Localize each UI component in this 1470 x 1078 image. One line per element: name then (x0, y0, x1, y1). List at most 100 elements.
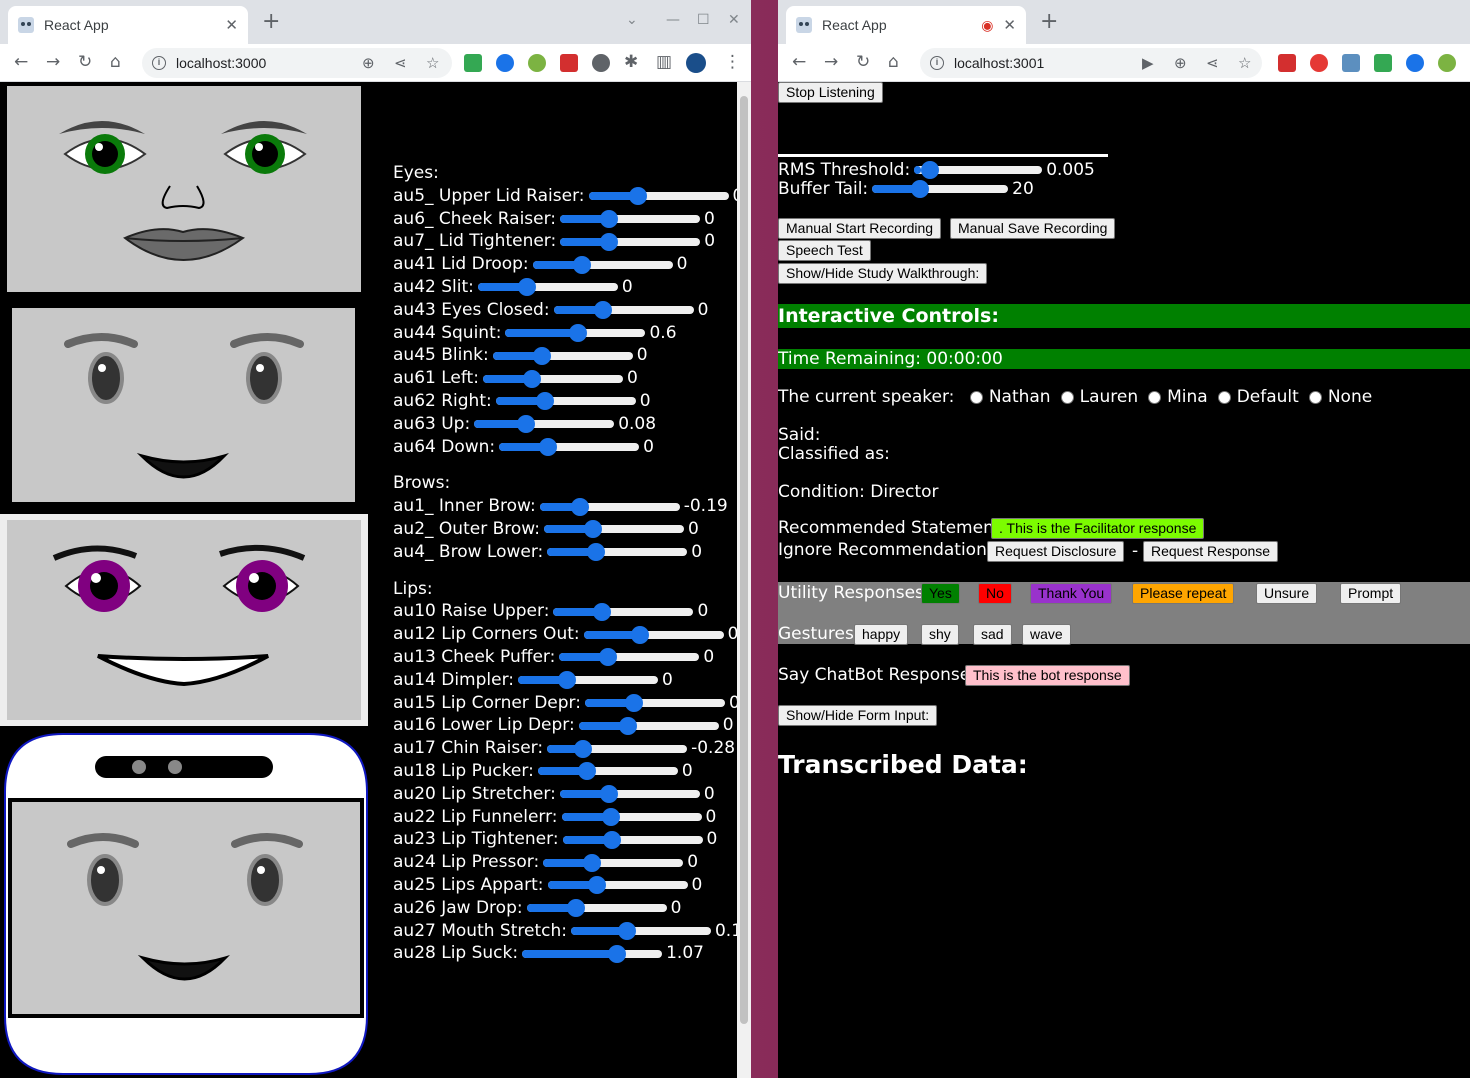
address-bar[interactable]: i localhost:3000 ⊕ ⋖ ☆ (142, 48, 452, 78)
au-slider[interactable] (561, 807, 702, 826)
chatbot-response-button[interactable]: This is the bot response (965, 665, 1130, 686)
au-slider[interactable] (474, 415, 615, 434)
au-slider[interactable] (482, 369, 623, 388)
minimize-icon[interactable]: — (666, 12, 680, 28)
close-window-icon[interactable]: ✕ (728, 12, 740, 28)
au-slider[interactable] (547, 543, 688, 562)
tab-search-icon[interactable]: ⌄ (626, 12, 638, 28)
slider-thumb[interactable] (539, 437, 558, 456)
au-slider[interactable] (584, 693, 725, 712)
au-slider[interactable] (543, 853, 684, 872)
gesture-sad-button[interactable]: sad (973, 624, 1012, 645)
slider-thumb[interactable] (608, 944, 627, 963)
au-slider[interactable] (578, 716, 719, 735)
extension-blue-icon[interactable] (1406, 54, 1424, 72)
request-response-button[interactable]: Request Response (1143, 541, 1279, 562)
slider-thumb[interactable] (574, 739, 593, 758)
menu-icon[interactable]: ⋮ (724, 53, 741, 71)
au-slider[interactable] (560, 232, 701, 251)
extension-grammar-icon[interactable] (592, 54, 610, 72)
gesture-happy-button[interactable]: happy (854, 624, 909, 645)
slider-thumb[interactable] (587, 543, 606, 562)
forward-icon[interactable]: → (824, 53, 838, 71)
speaker-radio-default[interactable] (1217, 390, 1231, 404)
utility-no-button[interactable]: No (978, 583, 1012, 604)
slider-thumb[interactable] (599, 648, 618, 667)
extension-link-icon[interactable] (528, 54, 546, 72)
extension-red-icon[interactable] (560, 54, 578, 72)
forward-icon[interactable]: → (46, 53, 60, 71)
rms-threshold-slider[interactable] (914, 161, 1043, 179)
au-slider[interactable] (553, 602, 694, 621)
slider-thumb[interactable] (628, 187, 647, 206)
au-slider[interactable] (518, 671, 658, 690)
au-slider[interactable] (553, 301, 694, 320)
share-icon[interactable]: ⋖ (1206, 54, 1219, 72)
au-slider[interactable] (495, 392, 636, 411)
speaker-radio-none[interactable] (1308, 390, 1322, 404)
manual-start-recording-button[interactable]: Manual Start Recording (778, 218, 942, 239)
home-icon[interactable]: ⌂ (110, 53, 121, 71)
page-scrollbar[interactable] (737, 82, 751, 1078)
au-slider[interactable] (570, 921, 711, 940)
slider-thumb[interactable] (572, 255, 591, 274)
extension-green-icon[interactable] (1374, 54, 1392, 72)
close-tab-icon[interactable]: ✕ (1003, 16, 1016, 34)
au-slider[interactable] (532, 255, 673, 274)
buffer-tail-slider[interactable] (872, 180, 1009, 198)
au-slider[interactable] (505, 323, 646, 342)
maximize-icon[interactable]: ☐ (697, 12, 710, 28)
slider-thumb[interactable] (593, 602, 612, 621)
study-walkthrough-button[interactable]: Show/Hide Study Walkthrough: (778, 263, 988, 284)
reload-icon[interactable]: ↻ (856, 53, 870, 71)
au-slider[interactable] (543, 520, 684, 539)
slider-thumb[interactable] (599, 785, 618, 804)
new-tab-icon[interactable]: + (1040, 11, 1058, 33)
extension-green-icon[interactable] (464, 54, 482, 72)
gesture-wave-button[interactable]: wave (1022, 624, 1071, 645)
recommended-statement-button[interactable]: . This is the Facilitator response (991, 518, 1205, 539)
au-slider[interactable] (499, 437, 640, 456)
reload-icon[interactable]: ↻ (78, 53, 92, 71)
tab-react-app-right[interactable]: React App ◉ ✕ (786, 6, 1026, 44)
utility-prompt-button[interactable]: Prompt (1340, 583, 1402, 604)
side-panel-icon[interactable]: ▥ (656, 53, 672, 71)
share-icon[interactable]: ⋖ (394, 54, 407, 72)
slider-thumb[interactable] (583, 520, 602, 539)
slider-thumb[interactable] (624, 693, 643, 712)
close-tab-icon[interactable]: ✕ (225, 16, 238, 34)
speaker-radio-nathan[interactable] (969, 390, 983, 404)
utility-thank-you-button[interactable]: Thank You (1030, 583, 1113, 604)
au-slider[interactable] (526, 899, 667, 918)
slider-thumb[interactable] (617, 921, 636, 940)
slider-thumb[interactable] (577, 762, 596, 781)
stop-listening-button[interactable]: Stop Listening (778, 82, 883, 103)
slider-thumb[interactable] (601, 807, 620, 826)
extension-dots-icon[interactable] (1310, 54, 1328, 72)
au-slider[interactable] (560, 209, 701, 228)
au-slider[interactable] (537, 762, 678, 781)
extension-blue-icon[interactable] (496, 54, 514, 72)
speaker-radio-mina[interactable] (1148, 390, 1162, 404)
back-icon[interactable]: ← (14, 53, 28, 71)
slider-thumb[interactable] (566, 899, 585, 918)
au-slider[interactable] (559, 648, 700, 667)
slider-thumb[interactable] (618, 716, 637, 735)
slider-thumb[interactable] (600, 209, 619, 228)
address-bar[interactable]: i localhost:3001 ▶ ⊕ ⋖ ☆ (920, 48, 1262, 78)
slider-thumb[interactable] (583, 853, 602, 872)
au-slider[interactable] (477, 278, 618, 297)
slider-thumb[interactable] (535, 392, 554, 411)
zoom-icon[interactable]: ⊕ (1174, 54, 1187, 72)
utility-yes-button[interactable]: Yes (921, 583, 960, 604)
extension-window-icon[interactable] (1342, 54, 1360, 72)
au-slider[interactable] (562, 830, 703, 849)
back-icon[interactable]: ← (792, 53, 806, 71)
slider-thumb[interactable] (571, 497, 590, 516)
au-slider[interactable] (588, 187, 729, 206)
slider-thumb[interactable] (587, 876, 606, 895)
tab-react-app[interactable]: React App ✕ (8, 6, 248, 44)
au-slider[interactable] (559, 785, 700, 804)
slider-thumb[interactable] (522, 369, 541, 388)
camera-icon[interactable]: ▶ (1142, 54, 1154, 72)
